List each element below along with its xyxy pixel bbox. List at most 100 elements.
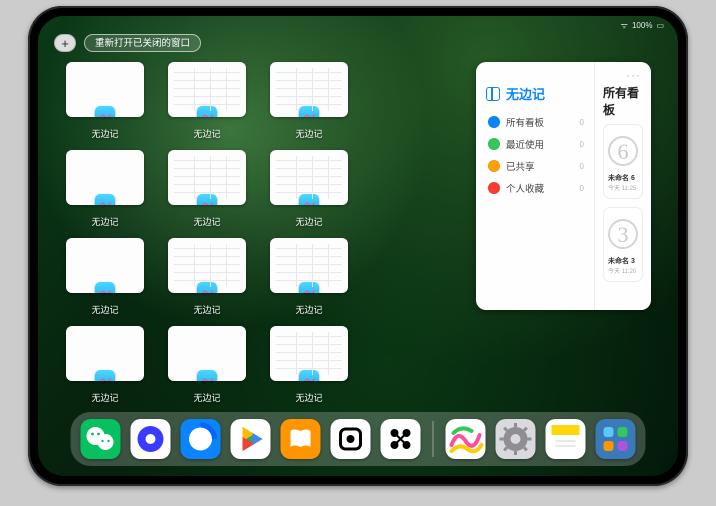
freeform-app-icon — [197, 282, 217, 293]
board-card[interactable]: 6未命名 6今天 11:25 — [603, 124, 643, 199]
thumbnail-preview — [270, 238, 348, 293]
dock-app-wechat[interactable] — [81, 419, 121, 459]
dock-app-inshot[interactable] — [331, 419, 371, 459]
workspace: 无边记无边记无边记无边记无边记无边记无边记无边记无边记无边记无边记无边记 ···… — [66, 62, 650, 398]
category-dot-icon — [488, 116, 500, 128]
panel-content: 所有看板 6未命名 6今天 11:253未命名 3今天 11:20 — [594, 62, 651, 310]
sidebar-toggle-icon[interactable] — [486, 87, 500, 101]
freeform-app-icon — [95, 194, 115, 205]
reopen-closed-window-button[interactable]: 重新打开已关闭的窗口 — [84, 34, 201, 52]
freeform-app-icon — [197, 370, 217, 381]
board-card[interactable]: 3未命名 3今天 11:20 — [603, 207, 643, 282]
board-title: 未命名 6 — [608, 173, 638, 183]
board-preview: 3 — [608, 212, 638, 256]
freeform-app-icon — [299, 106, 319, 117]
window-thumbnail[interactable]: 无边记 — [270, 150, 348, 228]
thumbnail-preview — [270, 150, 348, 205]
window-thumbnail[interactable]: 无边记 — [66, 150, 144, 228]
window-thumbnail[interactable]: 无边记 — [168, 62, 246, 140]
sidebar-item-count: 0 — [580, 118, 584, 127]
window-label: 无边记 — [91, 303, 118, 316]
window-label: 无边记 — [91, 127, 118, 140]
category-dot-icon — [488, 160, 500, 172]
dock-app-playstore[interactable] — [231, 419, 271, 459]
window-thumbnail[interactable]: 无边记 — [66, 326, 144, 404]
window-thumbnail[interactable]: 无边记 — [168, 326, 246, 404]
sidebar-item[interactable]: 已共享 0 — [486, 155, 586, 177]
wifi-icon: ᯤ — [621, 20, 628, 31]
window-label: 无边记 — [91, 215, 118, 228]
category-dot-icon — [488, 138, 500, 150]
sidebar-item-count: 0 — [580, 184, 584, 193]
thumbnail-preview — [270, 62, 348, 117]
panel-more-button[interactable]: ··· — [626, 68, 641, 82]
thumbnail-preview — [168, 238, 246, 293]
window-label: 无边记 — [193, 391, 220, 404]
thumbnail-preview — [66, 62, 144, 117]
window-label: 无边记 — [295, 215, 322, 228]
sidebar-item[interactable]: 所有看板 0 — [486, 111, 586, 133]
thumbnail-preview — [66, 150, 144, 205]
sidebar-item-count: 0 — [580, 162, 584, 171]
sidebar-item-label: 最近使用 — [506, 137, 544, 151]
battery-text: 100% — [632, 21, 652, 30]
thumbnail-preview — [270, 326, 348, 381]
category-dot-icon — [488, 182, 500, 194]
battery-icon: ▭ — [656, 21, 664, 30]
freeform-panel[interactable]: ··· 无边记 所有看板0最近使用0已共享0个人收藏0 所有看板 6未命名 6今… — [476, 62, 651, 310]
dock-separator — [433, 421, 434, 457]
dock-app-freeform[interactable] — [446, 419, 486, 459]
dock-app-notes[interactable] — [546, 419, 586, 459]
new-window-button[interactable]: + — [54, 34, 76, 52]
sidebar-item-label: 已共享 — [506, 159, 535, 173]
freeform-app-icon — [197, 106, 217, 117]
window-thumbnail[interactable]: 无边记 — [168, 150, 246, 228]
freeform-app-icon — [197, 194, 217, 205]
window-label: 无边记 — [295, 391, 322, 404]
freeform-app-icon — [299, 370, 319, 381]
thumbnail-preview — [168, 326, 246, 381]
dock — [71, 412, 646, 466]
window-thumbnail[interactable]: 无边记 — [270, 238, 348, 316]
window-label: 无边记 — [295, 127, 322, 140]
dock-app-qqbrowser[interactable] — [181, 419, 221, 459]
sidebar-item[interactable]: 个人收藏0 — [486, 177, 586, 199]
freeform-app-icon — [95, 106, 115, 117]
dock-app-quark[interactable] — [131, 419, 171, 459]
freeform-app-icon — [299, 282, 319, 293]
board-title: 未命名 3 — [608, 256, 638, 266]
board-subtitle: 今天 11:20 — [608, 266, 638, 275]
window-label: 无边记 — [193, 127, 220, 140]
dock-app-settings[interactable] — [496, 419, 536, 459]
dock-app-app-black[interactable] — [381, 419, 421, 459]
panel-title: 无边记 — [486, 84, 586, 103]
sidebar-item[interactable]: 最近使用 0 — [486, 133, 586, 155]
window-thumbnail[interactable]: 无边记 — [270, 62, 348, 140]
window-label: 无边记 — [91, 391, 118, 404]
freeform-app-icon — [95, 370, 115, 381]
freeform-app-icon — [95, 282, 115, 293]
window-thumbnail[interactable]: 无边记 — [270, 326, 348, 404]
window-grid: 无边记无边记无边记无边记无边记无边记无边记无边记无边记无边记无边记无边记 — [66, 62, 450, 398]
screen: ᯤ 100% ▭ + 重新打开已关闭的窗口 无边记无边记无边记无边记无边记无边记… — [38, 16, 678, 476]
top-controls: + 重新打开已关闭的窗口 — [54, 34, 201, 52]
panel-title-text: 无边记 — [506, 84, 545, 103]
window-label: 无边记 — [193, 215, 220, 228]
thumbnail-preview — [168, 150, 246, 205]
sidebar-item-label: 所有看板 — [506, 115, 544, 129]
window-thumbnail[interactable]: 无边记 — [66, 62, 144, 140]
panel-sidebar: 无边记 所有看板0最近使用0已共享0个人收藏0 — [476, 62, 594, 310]
window-label: 无边记 — [295, 303, 322, 316]
board-preview: 6 — [608, 129, 638, 173]
sidebar-item-count: 0 — [580, 140, 584, 149]
window-thumbnail[interactable]: 无边记 — [168, 238, 246, 316]
dock-app-app-library[interactable] — [596, 419, 636, 459]
dock-app-books[interactable] — [281, 419, 321, 459]
status-bar: ᯤ 100% ▭ — [621, 20, 664, 31]
freeform-app-icon — [299, 194, 319, 205]
thumbnail-preview — [168, 62, 246, 117]
window-label: 无边记 — [193, 303, 220, 316]
board-subtitle: 今天 11:25 — [608, 183, 638, 192]
window-thumbnail[interactable]: 无边记 — [66, 238, 144, 316]
thumbnail-preview — [66, 326, 144, 381]
